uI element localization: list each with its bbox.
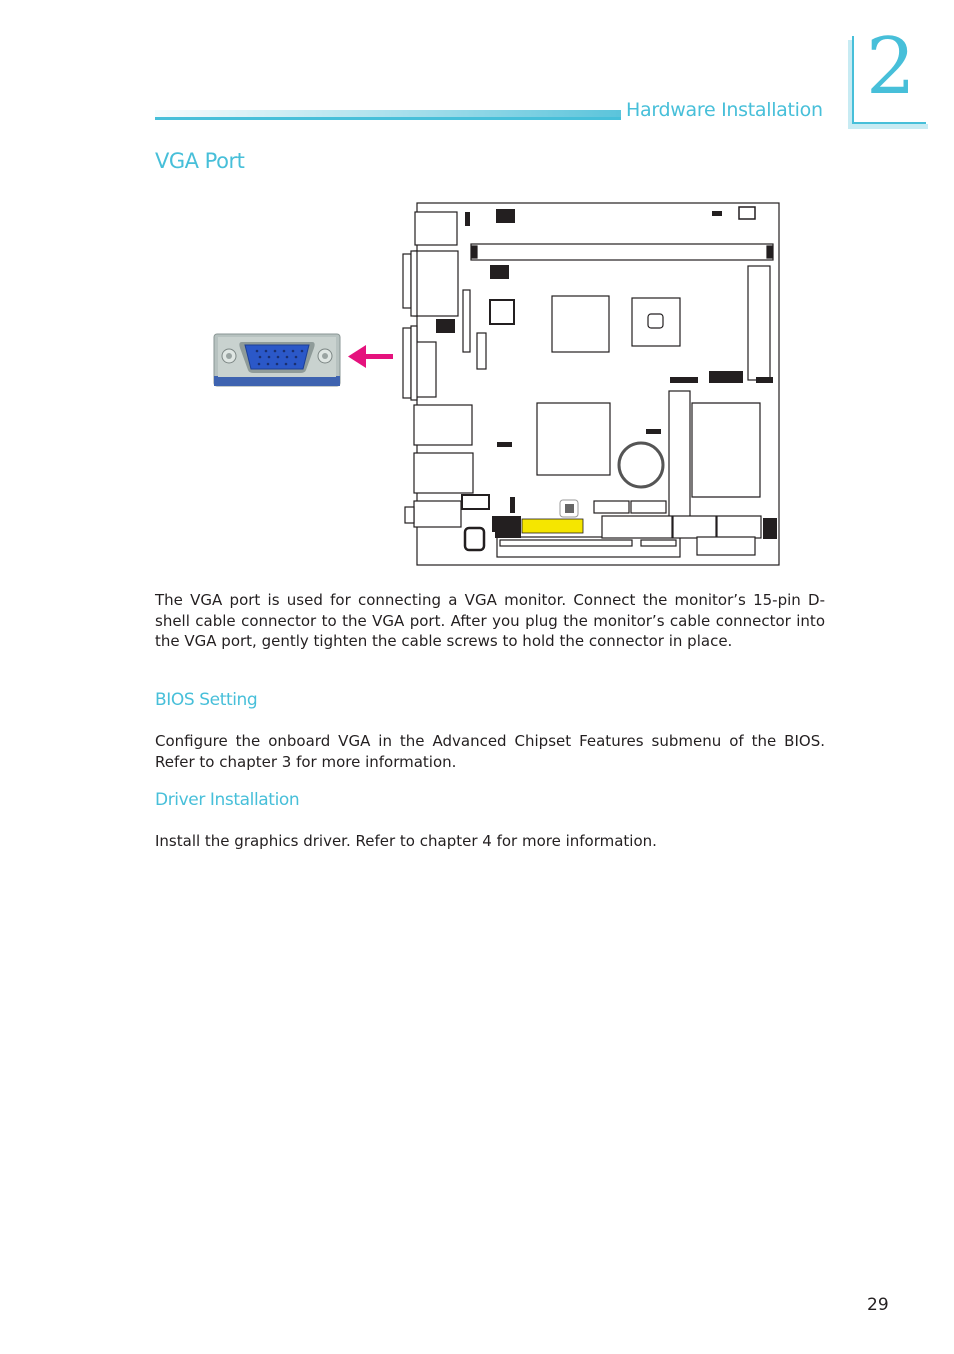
vga-port-photo (213, 333, 341, 387)
page-title: VGA Port (155, 149, 245, 173)
bios-paragraph: Configure the onboard VGA in the Advance… (155, 732, 825, 771)
section-heading-bios: BIOS Setting (155, 690, 258, 710)
intro-paragraph: The VGA port is used for connecting a VG… (155, 591, 825, 651)
chapter-box-baseline (852, 122, 926, 124)
section-header-title: Hardware Installation (626, 99, 823, 121)
highlighted-header (521, 518, 584, 534)
section-heading-driver: Driver Installation (155, 790, 300, 810)
chapter-number: 2 (866, 22, 916, 112)
chapter-box-shadow-bottom (848, 124, 928, 129)
motherboard-diagram (402, 202, 780, 566)
header-rule (155, 117, 621, 120)
driver-paragraph: Install the graphics driver. Refer to ch… (155, 832, 657, 850)
arrow-icon (348, 345, 393, 368)
motherboard-figure (210, 200, 785, 570)
page-number: 29 (867, 1295, 889, 1315)
chapter-box-line (852, 36, 854, 124)
